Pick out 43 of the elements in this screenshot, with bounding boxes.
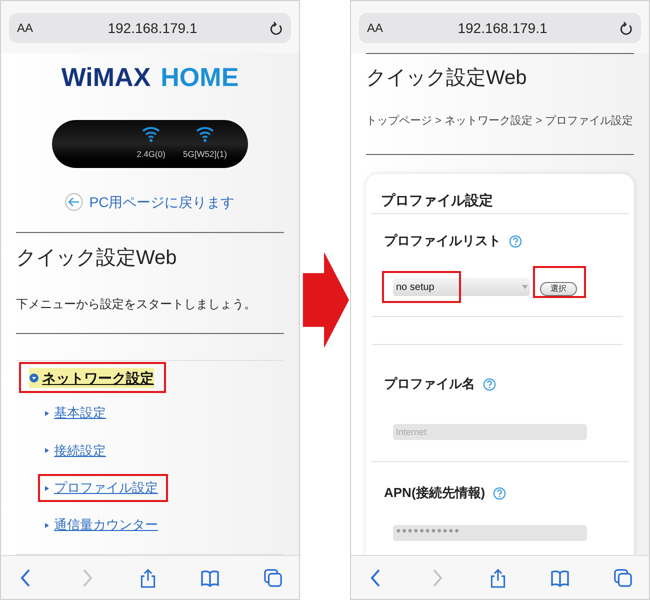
bullet-icon [45, 486, 49, 490]
field-label: プロファイル名 [384, 375, 475, 394]
field-label: プロファイルリスト [384, 232, 501, 250]
bullet-icon [45, 522, 49, 528]
address-bar[interactable]: AA 192.168.179.1 [9, 13, 291, 43]
profile-select[interactable]: no setup [393, 278, 530, 296]
reload-icon[interactable] [618, 20, 633, 36]
address-bar[interactable]: AA 192.168.179.1 [359, 13, 641, 43]
help-icon[interactable] [509, 234, 522, 248]
help-icon[interactable] [493, 486, 506, 500]
url-text: 192.168.179.1 [106, 18, 198, 38]
submenu-link[interactable]: 接続設定 [54, 442, 106, 460]
reload-icon[interactable] [268, 20, 283, 36]
right-arrow-icon [301, 250, 349, 350]
logo-text: WiMAX [61, 63, 151, 91]
breadcrumb-text: トップページ > ネットワーク設定 > プロファイル設定 [366, 114, 634, 129]
submenu-link[interactable]: プロファイル設定 [54, 479, 158, 497]
dropdown-icon [522, 285, 528, 289]
bullet-icon [45, 448, 49, 454]
url-text: 192.168.179.1 [456, 18, 548, 38]
field-label: APN(接続先情報) [384, 484, 486, 502]
page-title: クイック設定Web [16, 246, 178, 272]
help-icon[interactable] [483, 378, 496, 390]
text-size-button[interactable]: AA [367, 19, 387, 37]
card-heading: プロファイル設定 [380, 191, 494, 210]
band-label: 5G[W52](1) [183, 148, 227, 161]
select-button[interactable]: 選択 [540, 282, 577, 296]
bullet-icon [45, 410, 49, 416]
logo-text: HOME [160, 63, 239, 91]
share-icon[interactable] [139, 566, 157, 588]
text-size-button[interactable]: AA [17, 19, 37, 37]
wifi-icon [195, 124, 215, 142]
wifi-icon [141, 124, 161, 142]
tabs-icon[interactable] [613, 568, 633, 588]
menu-link[interactable]: ネットワーク設定 [42, 368, 154, 388]
share-icon[interactable] [489, 566, 507, 588]
band-label: 2.4G(0) [136, 148, 166, 161]
submenu-link[interactable]: 通信量カウンター [54, 516, 158, 534]
back-link[interactable]: PC用ページに戻ります [89, 192, 235, 212]
submenu-link[interactable]: 基本設定 [54, 404, 106, 422]
tabs-icon[interactable] [263, 568, 283, 588]
page-title: クイック設定Web [366, 66, 528, 91]
intro-text: 下メニューから設定をスタートしましょう。 [16, 296, 257, 314]
